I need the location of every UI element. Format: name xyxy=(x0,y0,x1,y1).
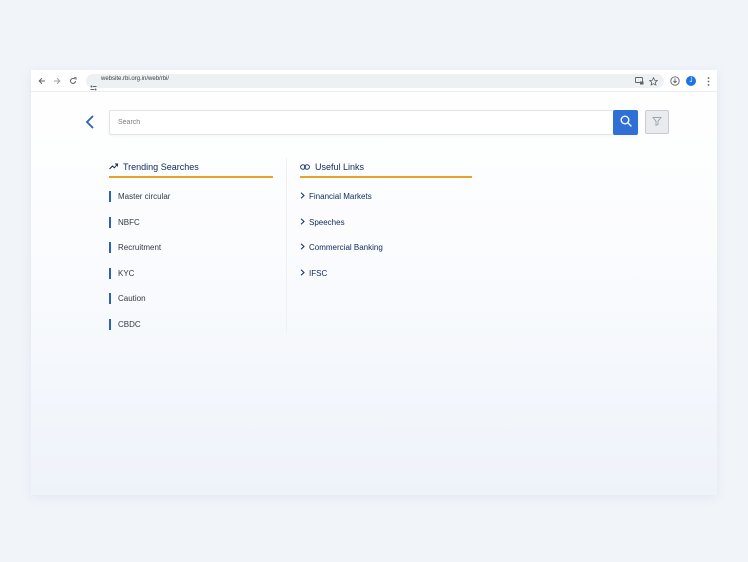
useful-link-label: IFSC xyxy=(309,268,328,278)
profile-avatar[interactable]: J xyxy=(686,76,696,86)
chevron-right-icon xyxy=(300,192,305,201)
useful-links-heading: Useful Links xyxy=(300,158,472,178)
trending-item-kyc[interactable]: KYC xyxy=(109,267,273,279)
filter-icon xyxy=(652,113,662,131)
address-bar[interactable]: website.rbi.org.in/web/rbi/ xyxy=(86,74,664,91)
site-info-icon[interactable] xyxy=(90,78,97,96)
back-arrow-icon[interactable] xyxy=(35,74,49,88)
star-icon[interactable] xyxy=(646,74,660,88)
download-icon[interactable] xyxy=(668,74,682,88)
url-text: website.rbi.org.in/web/rbi/ xyxy=(101,76,170,82)
trending-list: Master circular NBFC Recruitment KYC Cau… xyxy=(109,191,273,330)
column-divider xyxy=(286,158,287,333)
filter-button[interactable] xyxy=(645,110,669,134)
useful-link-label: Commercial Banking xyxy=(309,243,383,252)
trending-item-recruitment[interactable]: Recruitment xyxy=(109,242,273,253)
useful-links-title: Useful Links xyxy=(315,162,365,172)
useful-link-speeches[interactable]: Speeches xyxy=(300,217,472,228)
useful-link-commercial-banking[interactable]: Commercial Banking xyxy=(300,242,472,253)
useful-link-financial-markets[interactable]: Financial Markets xyxy=(300,191,472,202)
search-box xyxy=(109,110,638,135)
useful-links-section: Useful Links Financial Markets Speeches … xyxy=(300,158,472,293)
trending-icon xyxy=(109,162,119,172)
chevron-right-icon xyxy=(300,268,305,278)
chevron-right-icon xyxy=(300,217,305,227)
trending-searches-heading: Trending Searches xyxy=(109,158,273,178)
link-icon xyxy=(300,162,310,172)
trending-searches-title: Trending Searches xyxy=(123,162,199,172)
menu-icon[interactable] xyxy=(701,74,715,88)
forward-arrow-icon[interactable] xyxy=(50,74,64,88)
trending-item-cbdc[interactable]: CBDC xyxy=(109,318,273,330)
chevron-right-icon xyxy=(300,243,305,252)
trending-item-caution[interactable]: Caution xyxy=(109,293,273,304)
chevron-left-icon[interactable] xyxy=(83,114,97,130)
useful-link-label: Financial Markets xyxy=(309,192,372,201)
browser-window: website.rbi.org.in/web/rbi/ J Search Tre… xyxy=(31,70,717,495)
browser-toolbar: website.rbi.org.in/web/rbi/ J xyxy=(31,70,717,92)
search-input[interactable] xyxy=(118,111,608,134)
search-button[interactable] xyxy=(613,110,638,135)
useful-link-label: Speeches xyxy=(309,217,345,227)
trending-item-nbfc[interactable]: NBFC xyxy=(109,216,273,228)
reload-icon[interactable] xyxy=(66,74,80,88)
trending-searches-section: Trending Searches Master circular NBFC R… xyxy=(109,158,273,344)
useful-link-ifsc[interactable]: IFSC xyxy=(300,268,472,279)
trending-item-master-circular[interactable]: Master circular xyxy=(109,191,273,202)
cast-icon[interactable] xyxy=(632,74,646,88)
useful-links-list: Financial Markets Speeches Commercial Ba… xyxy=(300,191,472,279)
search-icon xyxy=(620,114,632,132)
